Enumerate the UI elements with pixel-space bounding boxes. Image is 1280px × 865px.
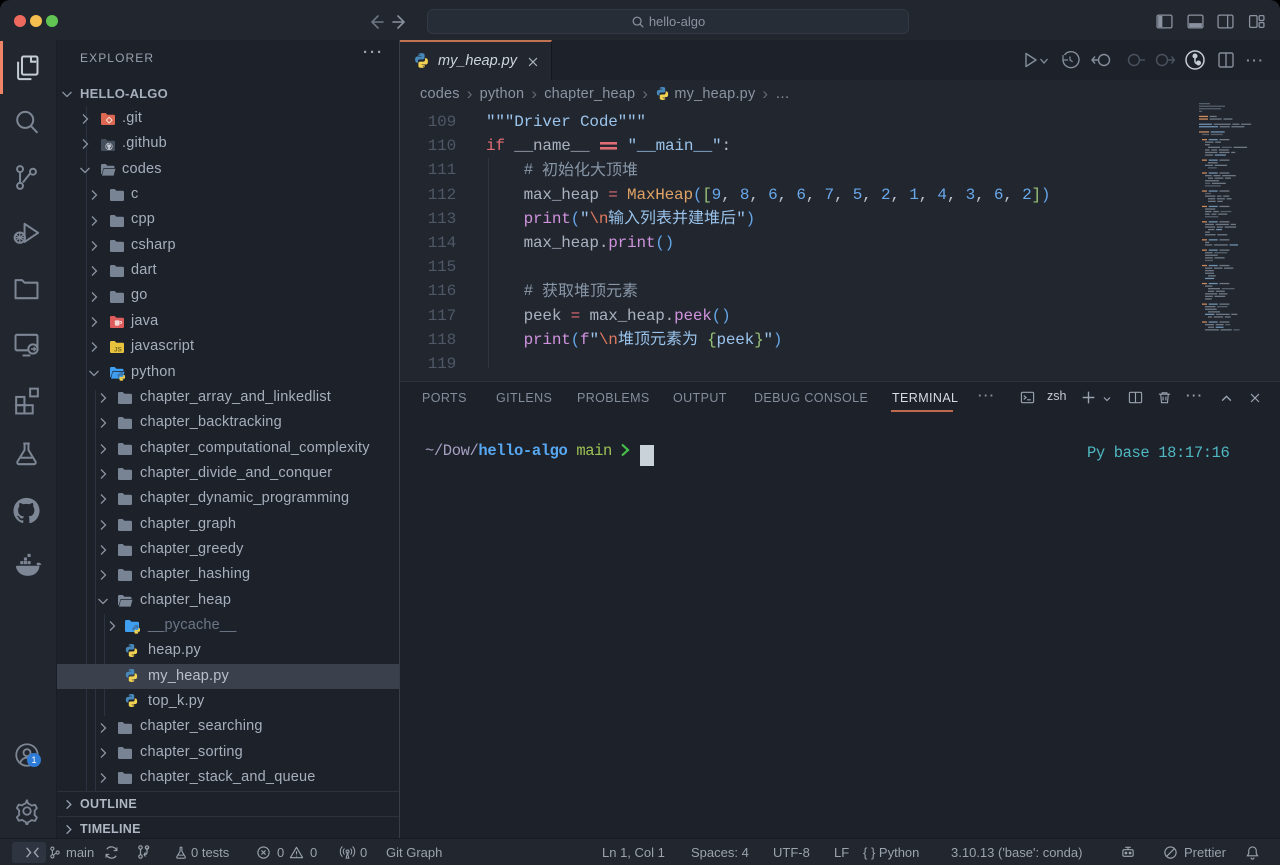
svg-text:JS: JS: [114, 347, 123, 354]
